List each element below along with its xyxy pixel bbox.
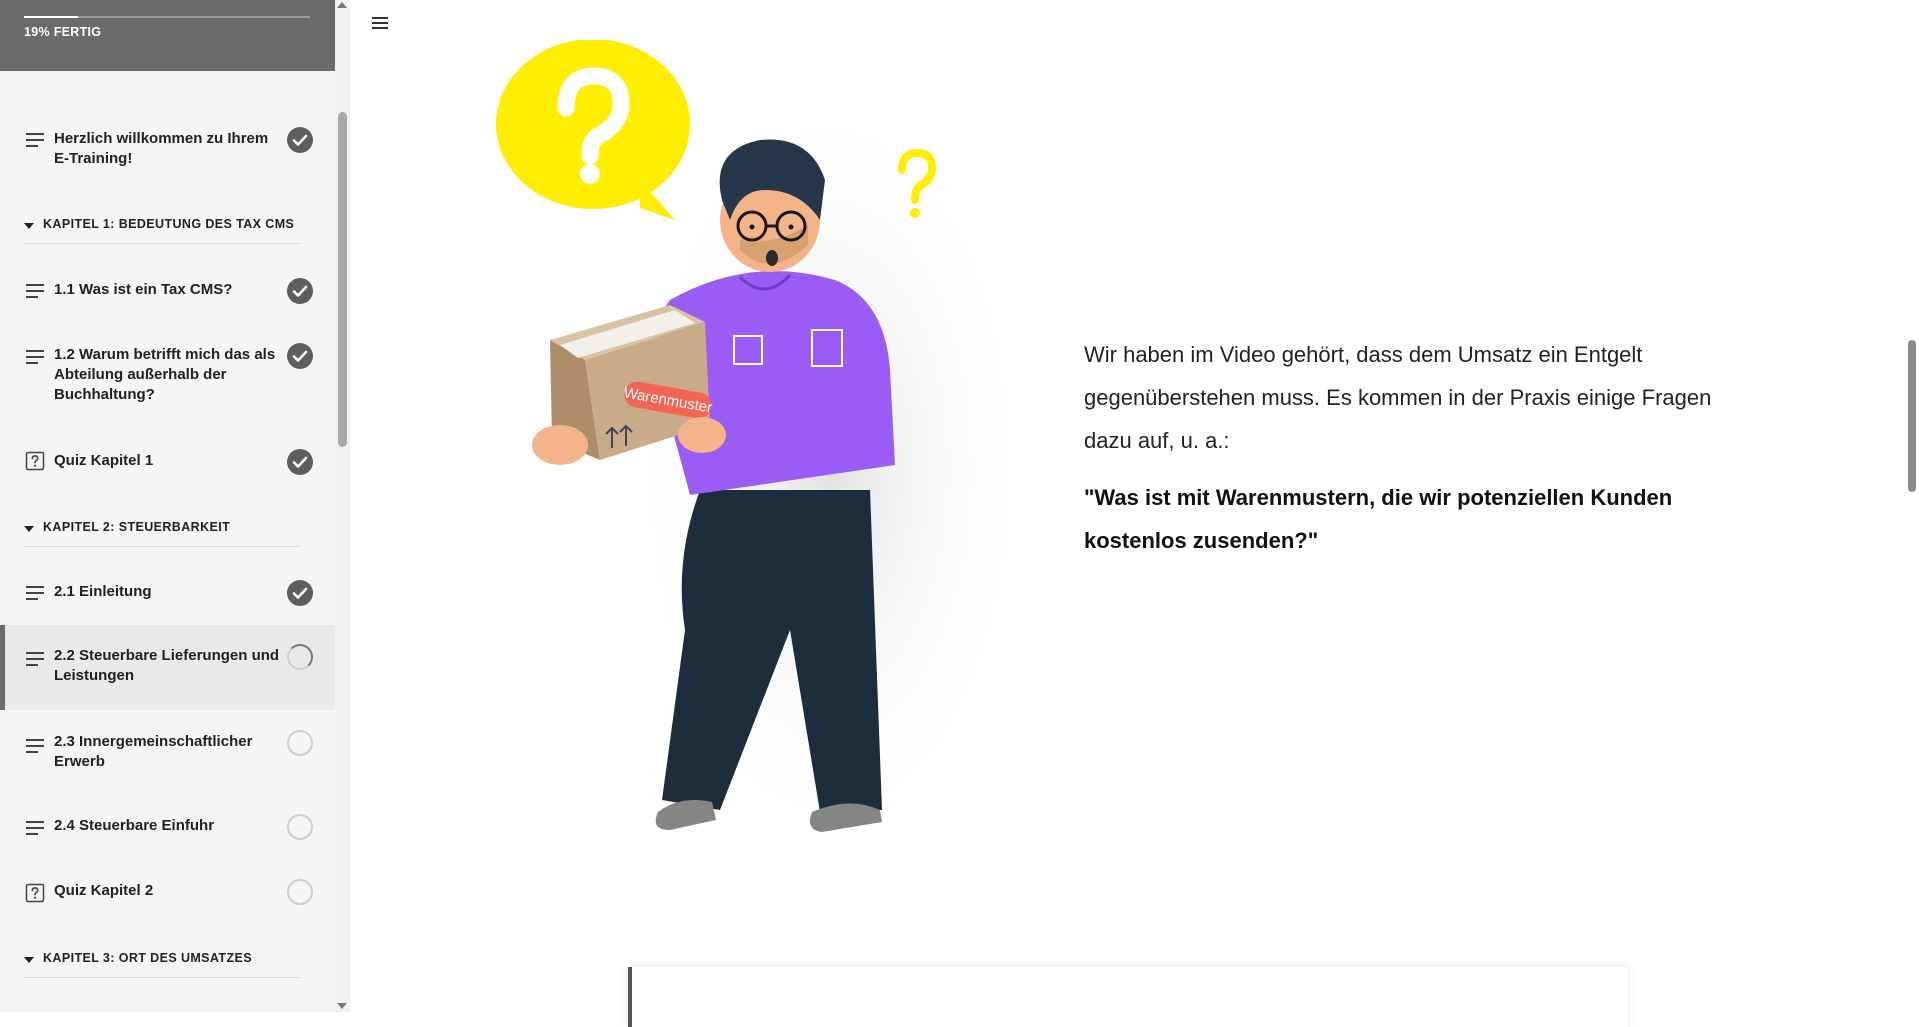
lesson-item-2-1[interactable]: 2.1 Einleitung: [0, 568, 335, 618]
sidebar-scrollbar[interactable]: [335, 0, 350, 1012]
quiz-icon: [25, 883, 45, 903]
question-paragraph: "Was ist mit Warenmustern, die wir poten…: [1084, 485, 1673, 553]
main-scrollbar[interactable]: [1904, 0, 1919, 1012]
text-lines-icon: [26, 739, 44, 753]
chapter-label: KAPITEL 2: STEUERBARKEIT: [43, 520, 231, 534]
caret-down-icon: [24, 223, 34, 229]
course-progress-header: 19% FERTIG: [0, 0, 335, 71]
text-lines-icon: [26, 821, 44, 835]
lesson-label: 1.2 Warum betrifft mich das als Abteilun…: [54, 346, 276, 403]
lesson-item-quiz-1[interactable]: Quiz Kapitel 1: [0, 436, 335, 486]
lead-paragraph: Wir haben im Video gehört, dass dem Umsa…: [1084, 342, 1712, 453]
lesson-label: 2.1 Einleitung: [54, 583, 152, 600]
caret-down-icon: [24, 526, 34, 532]
chapter-label: KAPITEL 3: ORT DES UMSATZES: [43, 951, 252, 965]
progress-bar: [24, 16, 310, 18]
lesson-item-2-4[interactable]: 2.4 Steuerbare Einfuhr: [0, 801, 335, 853]
status-complete-icon: [287, 343, 313, 369]
text-lines-icon: [26, 652, 44, 666]
lesson-label: Herzlich willkommen zu Ihrem E-Training!: [54, 130, 269, 167]
lesson-item-welcome[interactable]: Herzlich willkommen zu Ihrem E-Training!: [0, 118, 335, 178]
lesson-label: Quiz Kapitel 1: [54, 452, 154, 469]
scroll-up-arrow-icon[interactable]: [337, 2, 347, 8]
chapter-header-2[interactable]: KAPITEL 2: STEUERBARKEIT: [24, 507, 300, 547]
lesson-label: 2.2 Steuerbare Lieferungen und Leistunge…: [54, 647, 280, 684]
lesson-item-2-3[interactable]: 2.3 Innergemeinschaftlicher Erwerb: [0, 716, 335, 786]
hamburger-menu-button[interactable]: [372, 14, 394, 34]
text-lines-icon: [26, 284, 44, 298]
status-not-started-icon: [287, 879, 313, 905]
status-complete-icon: [287, 449, 313, 475]
caret-down-icon: [24, 957, 34, 963]
next-content-card: [628, 967, 1628, 1027]
lesson-label: 2.3 Innergemeinschaftlicher Erwerb: [54, 733, 253, 770]
menu-line: [372, 22, 388, 24]
chapter-label: KAPITEL 1: BEDEUTUNG DES TAX CMS: [43, 217, 295, 231]
chapter-header-3[interactable]: KAPITEL 3: ORT DES UMSATZES: [24, 938, 300, 978]
status-not-started-icon: [287, 814, 313, 840]
lesson-label: 2.4 Steuerbare Einfuhr: [54, 817, 215, 834]
sidebar-scrollbar-thumb[interactable]: [338, 112, 347, 447]
lesson-item-1-1[interactable]: 1.1 Was ist ein Tax CMS?: [0, 265, 335, 317]
status-not-started-icon: [287, 730, 313, 756]
text-lines-icon: [26, 350, 44, 364]
quiz-icon: [25, 451, 45, 471]
status-complete-icon: [287, 278, 313, 304]
lesson-label: Quiz Kapitel 2: [54, 882, 154, 899]
menu-line: [372, 17, 388, 19]
course-sidebar: 19% FERTIG Herzlich willkommen zu Ihrem …: [0, 0, 335, 1012]
lesson-item-2-2[interactable]: 2.2 Steuerbare Lieferungen und Leistunge…: [0, 625, 335, 710]
status-complete-icon: [287, 127, 313, 153]
lesson-item-quiz-2[interactable]: Quiz Kapitel 2: [0, 866, 335, 918]
confused-man-with-package-illustration: Warenmuster: [496, 40, 1010, 850]
lesson-content-text: Wir haben im Video gehört, dass dem Umsa…: [1084, 333, 1724, 562]
scroll-down-arrow-icon[interactable]: [337, 1003, 347, 1009]
speech-bubble-question-icon: [496, 40, 690, 220]
lesson-item-1-2[interactable]: 1.2 Warum betrifft mich das als Abteilun…: [0, 335, 335, 415]
progress-bar-fill: [24, 16, 79, 18]
lesson-label: 1.1 Was ist ein Tax CMS?: [54, 281, 233, 298]
status-in-progress-icon: [287, 644, 313, 670]
progress-label: 19% FERTIG: [24, 25, 102, 39]
main-scrollbar-thumb[interactable]: [1908, 340, 1916, 492]
text-lines-icon: [26, 586, 44, 600]
chapter-header-1[interactable]: KAPITEL 1: BEDEUTUNG DES TAX CMS: [24, 204, 300, 244]
status-complete-icon: [287, 580, 313, 606]
text-lines-icon: [26, 133, 44, 147]
menu-line: [372, 27, 388, 29]
